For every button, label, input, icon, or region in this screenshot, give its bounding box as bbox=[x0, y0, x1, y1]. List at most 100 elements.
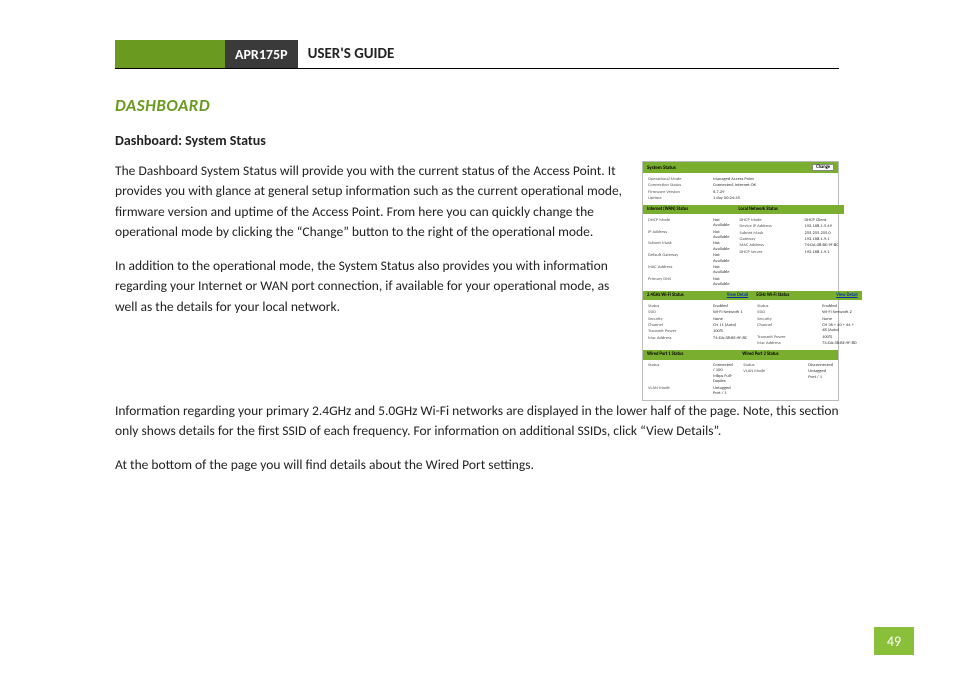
shot-row-key: Channel bbox=[648, 323, 713, 328]
shot-system-status-bar: System Status Change bbox=[643, 162, 838, 173]
shot-row: SSIDWi-Fi Network 1 bbox=[648, 310, 747, 316]
shot-row-value: Managed Access Point bbox=[713, 177, 833, 182]
shot-row-value: 192.168.1.5.49 bbox=[805, 224, 839, 229]
shot-row-value: 192.168.1.9.1 bbox=[805, 237, 839, 242]
shot-row-value: Not Available bbox=[713, 230, 730, 241]
shot-row-value: 255.255.255.0 bbox=[805, 231, 839, 236]
shot-port2-bar: Wired Port 2 Status bbox=[738, 350, 838, 359]
shot-row: Gateway192.168.1.9.1 bbox=[740, 237, 839, 243]
shot-row: StatusEnabled bbox=[648, 303, 747, 309]
shot-row-value: CH 11 (Auto) bbox=[713, 323, 747, 328]
shot-wifi24-rows: StatusEnabledSSIDWi-Fi Network 1Security… bbox=[643, 300, 752, 344]
shot-port1-bar: Wired Port 1 Status bbox=[643, 350, 738, 359]
shot-row-key: Gateway bbox=[740, 237, 805, 242]
shot-row-key: Subnet Mask bbox=[648, 241, 713, 252]
shot-row: Firmware Version6.7.29 bbox=[648, 189, 833, 195]
shot-system-rows: Operational ModeManaged Access PointConn… bbox=[643, 173, 838, 205]
shot-row-key: MAC Address bbox=[740, 243, 805, 248]
page-number: 49 bbox=[874, 627, 914, 655]
shot-row: Operational ModeManaged Access Point bbox=[648, 176, 833, 182]
shot-title: System Status bbox=[647, 165, 676, 171]
shot-row-value: Not Available bbox=[713, 218, 730, 229]
paragraph: Information regarding your primary 2.4GH… bbox=[115, 401, 839, 442]
shot-row-key: Device IP Address bbox=[740, 224, 805, 229]
shot-row-key: Status bbox=[648, 304, 713, 309]
shot-row-key: Operational Mode bbox=[648, 177, 713, 182]
paragraph: In addition to the operational mode, the… bbox=[115, 256, 624, 317]
shot-row-value: Connected, Internet OK bbox=[713, 183, 833, 188]
shot-port1-rows: StatusConnected / 100 Mbps Full-DuplexVL… bbox=[643, 360, 738, 400]
shot-row-value: 100% bbox=[822, 335, 857, 340]
shot-wifi5-bar: 5GHz Wi-Fi Status View Detail bbox=[752, 291, 862, 300]
shot-row-key: Mac Address bbox=[648, 336, 713, 341]
shot-row-key: Firmware Version bbox=[648, 190, 713, 195]
shot-row-key: SSID bbox=[648, 310, 713, 315]
change-button[interactable]: Change bbox=[812, 164, 834, 171]
shot-row: SecurityNone bbox=[757, 316, 857, 322]
shot-title: 5GHz Wi-Fi Status bbox=[756, 293, 789, 298]
shot-row-value: Wi-Fi Network 2 bbox=[822, 310, 857, 315]
shot-internet-bar: Internet (WAN) Status bbox=[643, 205, 735, 214]
shot-row-key: Default Gateway bbox=[648, 253, 713, 264]
view-detail-link[interactable]: View Detail bbox=[727, 293, 748, 298]
shot-port2-rows: StatusDisconnectedVLAN ModeUntagged Port… bbox=[738, 360, 838, 384]
shot-row: Connection StatusConnected, Internet OK bbox=[648, 183, 833, 189]
shot-row-key: Transmit Power bbox=[757, 335, 822, 340]
shot-row: Subnet MaskNot Available bbox=[648, 241, 730, 253]
shot-row-key: Status bbox=[757, 304, 822, 309]
shot-row: StatusDisconnected bbox=[743, 363, 833, 369]
shot-row-key: VLAN Mode bbox=[648, 386, 713, 397]
shot-row: Uptime1 day 00:24:45 bbox=[648, 196, 833, 202]
shot-row: Device IP Address192.168.1.5.49 bbox=[740, 224, 839, 230]
shot-local-rows: DHCP ModeDHCP ClientDevice IP Address192… bbox=[735, 214, 844, 258]
shot-row: StatusConnected / 100 Mbps Full-Duplex bbox=[648, 363, 733, 386]
shot-row-key: DHCP Mode bbox=[740, 218, 805, 223]
shot-row-value: Not Available bbox=[713, 277, 730, 288]
shot-row-value: 74:DA:38:BE:9F:8C bbox=[805, 243, 839, 248]
shot-row: Transmit Power100% bbox=[757, 334, 857, 340]
shot-row: DHCP Server192.168.1.9.1 bbox=[740, 249, 839, 255]
shot-row: Mac Address74:DA:38:BE:9F:8C bbox=[648, 335, 747, 341]
shot-local-bar: Local Network Status bbox=[735, 205, 844, 214]
shot-title: Wired Port 1 Status bbox=[647, 352, 683, 357]
shot-row-value: None bbox=[713, 317, 747, 322]
view-detail-link[interactable]: View Detail bbox=[836, 293, 857, 298]
shot-row-key: VLAN Mode bbox=[743, 369, 808, 380]
shot-row-value: Untagged Port / 1 bbox=[713, 386, 733, 397]
shot-row-key: Status bbox=[743, 363, 808, 368]
shot-row-value: 1 day 00:24:45 bbox=[713, 196, 833, 201]
shot-title: 2.4GHz Wi-Fi Status bbox=[647, 293, 684, 298]
shot-row-value: Not Available bbox=[713, 265, 730, 276]
shot-title: Local Network Status bbox=[739, 207, 778, 212]
shot-row-key: DHCP Mode bbox=[648, 218, 713, 229]
header-accent bbox=[115, 40, 225, 68]
section-heading: DASHBOARD bbox=[115, 95, 839, 116]
shot-row-value: Disconnected bbox=[808, 363, 833, 368]
shot-row-key: Mac Address bbox=[757, 341, 822, 346]
paragraph: At the bottom of the page you will find … bbox=[115, 455, 839, 475]
shot-row: Default GatewayNot Available bbox=[648, 253, 730, 265]
shot-row-key: Connection Status bbox=[648, 183, 713, 188]
shot-row-value: 74:DA:38:BE:9F:8C bbox=[713, 336, 747, 341]
shot-row-value: Not Available bbox=[713, 241, 730, 252]
shot-row: MAC Address74:DA:38:BE:9F:8C bbox=[740, 243, 839, 249]
shot-row: MAC AddressNot Available bbox=[648, 264, 730, 276]
shot-row-value: Not Available bbox=[713, 253, 730, 264]
shot-row: SecurityNone bbox=[648, 316, 747, 322]
shot-row-value: 74:DA:38:BE:9F:8D bbox=[822, 341, 857, 346]
header-bar: APR175P USER'S GUIDE bbox=[115, 40, 839, 69]
dashboard-screenshot: System Status Change Operational ModeMan… bbox=[642, 161, 839, 401]
shot-row-key: Uptime bbox=[648, 196, 713, 201]
shot-wifi24-bar: 2.4GHz Wi-Fi Status View Detail bbox=[643, 291, 752, 300]
shot-row-key: DHCP Server bbox=[740, 250, 805, 255]
shot-row-key: Transmit Power bbox=[648, 329, 713, 334]
shot-row: Primary DNSNot Available bbox=[648, 276, 730, 288]
shot-row: SSIDWi-Fi Network 2 bbox=[757, 310, 857, 316]
shot-row: VLAN ModeUntagged Port / 1 bbox=[743, 369, 833, 381]
shot-row-value: Enabled bbox=[822, 304, 857, 309]
shot-row: Mac Address74:DA:38:BE:9F:8D bbox=[757, 341, 857, 347]
shot-row: DHCP ModeDHCP Client bbox=[740, 217, 839, 223]
shot-wifi5-rows: StatusEnabledSSIDWi-Fi Network 2Security… bbox=[752, 300, 862, 350]
shot-row: ChannelCH 11 (Auto) bbox=[648, 323, 747, 329]
paragraph: The Dashboard System Status will provide… bbox=[115, 161, 624, 242]
